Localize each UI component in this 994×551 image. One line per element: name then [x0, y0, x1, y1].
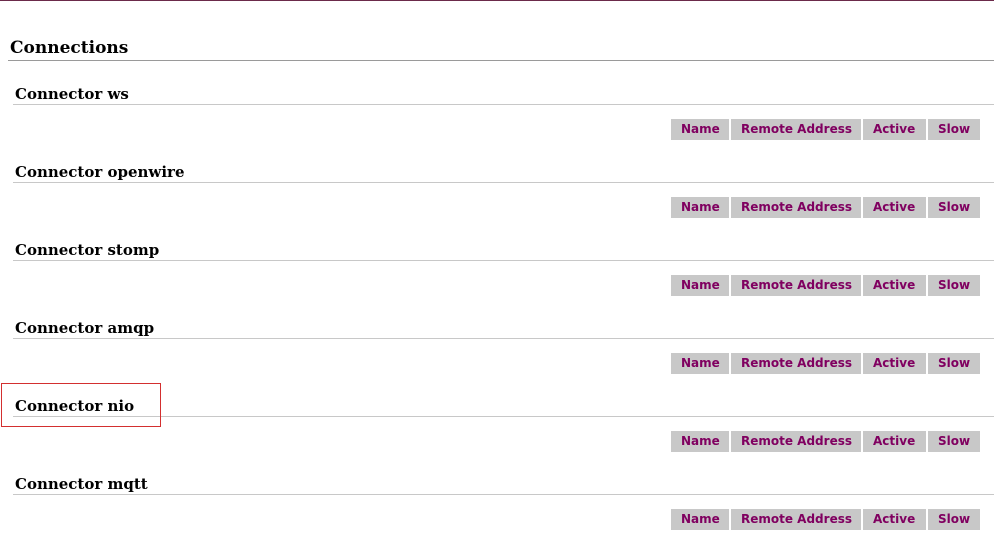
column-header-slow[interactable]: Slow	[928, 353, 980, 374]
connector-section-openwire: Connector openwire Name Remote Address A…	[0, 161, 994, 239]
connector-heading: Connector stomp	[15, 241, 160, 259]
section-divider	[13, 260, 994, 261]
connector-heading: Connector mqtt	[15, 475, 148, 493]
column-header-active[interactable]: Active	[863, 275, 926, 296]
column-header-slow[interactable]: Slow	[928, 119, 980, 140]
connector-section-ws: Connector ws Name Remote Address Active …	[0, 83, 994, 161]
column-header-slow[interactable]: Slow	[928, 431, 980, 452]
column-header-name[interactable]: Name	[671, 353, 729, 374]
section-divider	[13, 338, 994, 339]
column-header-active[interactable]: Active	[863, 431, 926, 452]
page-title: Connections	[10, 38, 129, 58]
title-divider	[8, 60, 994, 61]
column-header-name[interactable]: Name	[671, 119, 729, 140]
column-header-slow[interactable]: Slow	[928, 275, 980, 296]
section-divider	[13, 182, 994, 183]
column-header-name[interactable]: Name	[671, 431, 729, 452]
connections-table-header: Name Remote Address Active Slow	[671, 353, 980, 374]
section-divider	[13, 104, 994, 105]
connections-table-header: Name Remote Address Active Slow	[671, 431, 980, 452]
connector-heading: Connector ws	[15, 85, 129, 103]
highlight-box	[1, 383, 161, 427]
connector-section-stomp: Connector stomp Name Remote Address Acti…	[0, 239, 994, 317]
connections-table-header: Name Remote Address Active Slow	[671, 119, 980, 140]
column-header-name[interactable]: Name	[671, 509, 729, 530]
connections-table-header: Name Remote Address Active Slow	[671, 509, 980, 530]
connections-table-header: Name Remote Address Active Slow	[671, 197, 980, 218]
column-header-name[interactable]: Name	[671, 197, 729, 218]
connector-heading: Connector amqp	[15, 319, 155, 337]
column-header-remote-address[interactable]: Remote Address	[731, 431, 861, 452]
column-header-remote-address[interactable]: Remote Address	[731, 509, 861, 530]
column-header-remote-address[interactable]: Remote Address	[731, 119, 861, 140]
column-header-active[interactable]: Active	[863, 509, 926, 530]
top-border	[0, 0, 994, 1]
column-header-remote-address[interactable]: Remote Address	[731, 353, 861, 374]
connector-section-mqtt: Connector mqtt Name Remote Address Activ…	[0, 473, 994, 551]
column-header-active[interactable]: Active	[863, 119, 926, 140]
column-header-remote-address[interactable]: Remote Address	[731, 275, 861, 296]
column-header-slow[interactable]: Slow	[928, 509, 980, 530]
connector-heading: Connector openwire	[15, 163, 185, 181]
connections-table-header: Name Remote Address Active Slow	[671, 275, 980, 296]
column-header-remote-address[interactable]: Remote Address	[731, 197, 861, 218]
section-divider	[13, 494, 994, 495]
column-header-active[interactable]: Active	[863, 353, 926, 374]
column-header-name[interactable]: Name	[671, 275, 729, 296]
column-header-slow[interactable]: Slow	[928, 197, 980, 218]
column-header-active[interactable]: Active	[863, 197, 926, 218]
